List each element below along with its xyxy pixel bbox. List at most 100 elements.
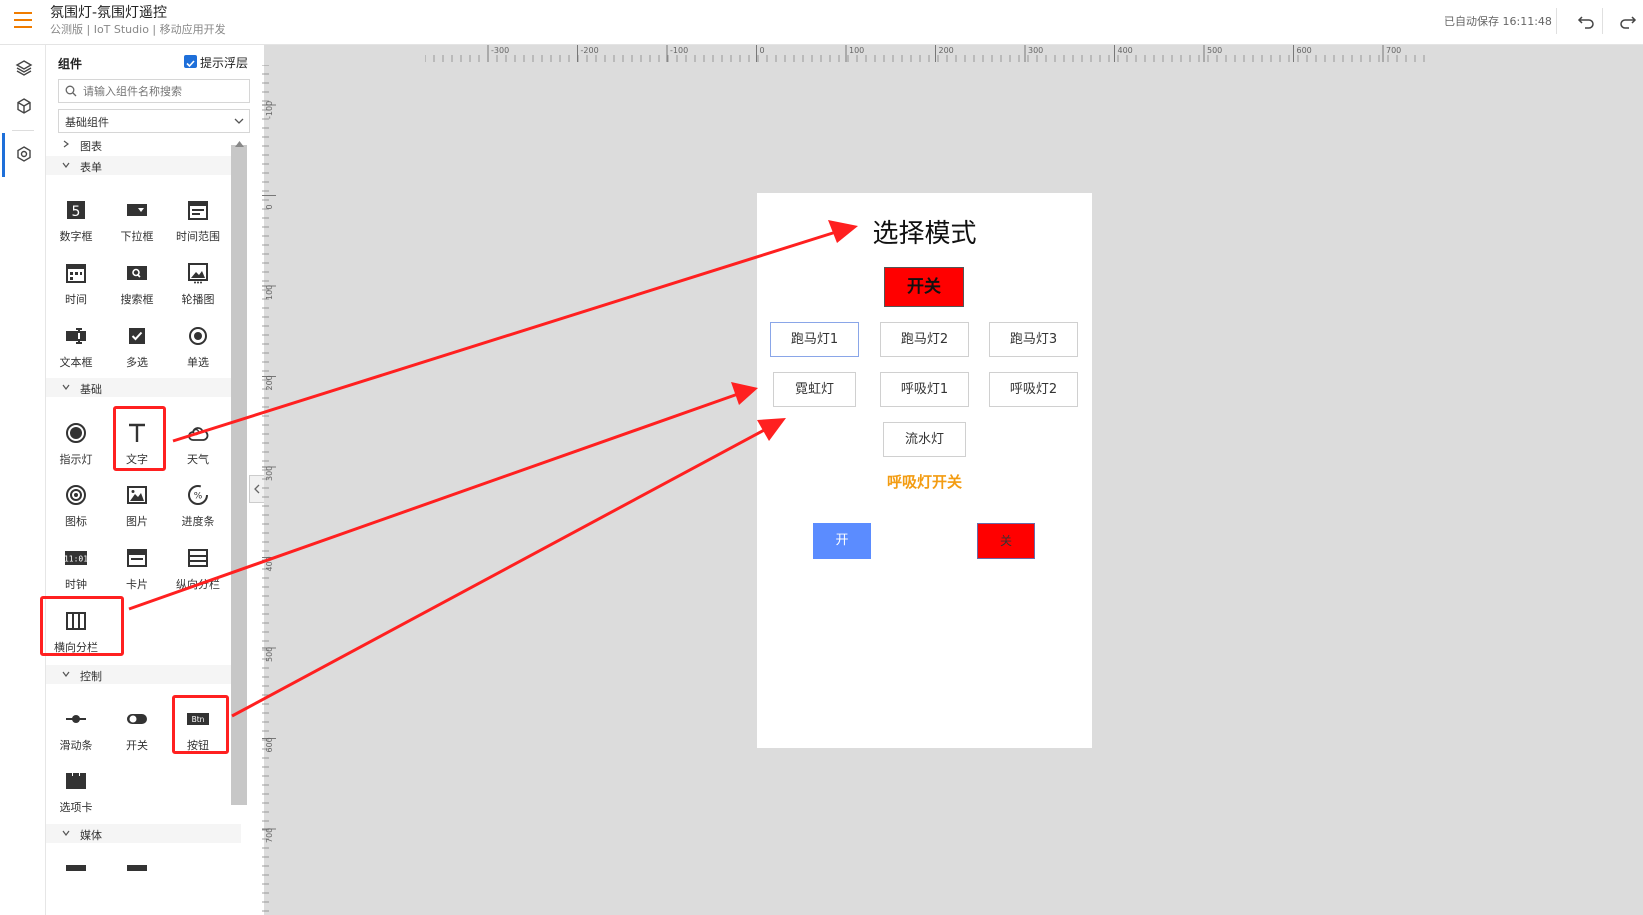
divider (1556, 8, 1557, 34)
tile-label: 图片 (126, 515, 148, 528)
weather-cloud-icon (188, 427, 209, 441)
component-horizontal-columns[interactable]: 横向分栏 (47, 601, 105, 661)
component-weather[interactable]: 天气 (169, 413, 227, 473)
tile-label: 搜索框 (120, 293, 154, 306)
app-subtitle: 公测版 | IoT Studio | 移动应用开发 (50, 23, 226, 36)
component-time[interactable]: 时间 (47, 253, 105, 313)
clock-icon: 11:01 (64, 551, 88, 565)
ruler-label: 600 (265, 737, 274, 752)
tile-label: 开关 (126, 739, 148, 752)
component-card[interactable]: 卡片 (108, 538, 166, 598)
category-select[interactable]: 基础组件 (58, 109, 250, 133)
settings-hex-icon[interactable] (13, 143, 35, 165)
component-time-range[interactable]: 时间范围 (169, 190, 227, 250)
group-media[interactable]: 媒体 (46, 824, 241, 843)
layers-icon[interactable] (13, 57, 35, 79)
component-image[interactable]: 图片 (108, 475, 166, 535)
components-cube-icon[interactable] (13, 95, 35, 117)
group-label: 控制 (80, 670, 102, 683)
group-form[interactable]: 表单 (46, 156, 241, 175)
component-panel: 组件 提示浮层 基础组件 图表 表单 5 数字框 下拉框 时间范围 时间 搜索框 (46, 45, 263, 915)
search-icon (65, 85, 77, 97)
tile-label: 天气 (187, 453, 209, 466)
slider-icon (66, 715, 86, 723)
divider (1602, 8, 1603, 34)
component-text-box[interactable]: 文本框 (47, 316, 105, 376)
mode-title-text[interactable]: 选择模式 (757, 213, 1092, 250)
panel-scrollbar[interactable] (231, 145, 247, 805)
vertical-columns-icon (188, 549, 208, 567)
horizontal-ruler: -300 -200 -100 0 100 200 300 400 500 600 700 (425, 45, 1425, 62)
ruler-label: 300 (265, 466, 274, 481)
component-radio[interactable]: 单选 (169, 316, 227, 376)
off-button[interactable]: 关 (977, 523, 1035, 559)
toggle-icon (127, 714, 147, 724)
overlay-checkbox[interactable] (184, 55, 197, 68)
ruler-label: 700 (1386, 46, 1401, 55)
chevron-right-icon (63, 140, 69, 148)
scroll-up-icon[interactable] (235, 141, 244, 147)
component-progress[interactable]: % 进度条 (169, 475, 227, 535)
ruler-label: 200 (265, 375, 274, 390)
tile-label: 进度条 (181, 515, 215, 528)
media-video-icon[interactable] (66, 865, 86, 871)
group-control[interactable]: 控制 (46, 665, 241, 684)
on-button[interactable]: 开 (813, 523, 871, 559)
breath-switch-title[interactable]: 呼吸灯开关 (757, 471, 1092, 492)
component-text[interactable]: 文字 (108, 413, 166, 473)
dropdown-icon (127, 204, 147, 216)
overlay-label: 提示浮层 (200, 56, 249, 70)
component-dropdown[interactable]: 下拉框 (108, 190, 166, 250)
divider (12, 130, 34, 131)
group-chart[interactable]: 图表 (46, 135, 241, 154)
ruler-label: -200 (581, 46, 599, 55)
component-indicator[interactable]: 指示灯 (47, 413, 105, 473)
component-icon[interactable]: 图标 (47, 475, 105, 535)
component-search-box[interactable]: 搜索框 (108, 253, 166, 313)
mode-button-neon[interactable]: 霓虹灯 (773, 372, 856, 407)
component-vertical-columns[interactable]: 纵向分栏 (169, 538, 227, 598)
ruler-label: 0 (265, 204, 274, 209)
phone-preview[interactable]: 选择模式 开关 跑马灯1 跑马灯2 跑马灯3 霓虹灯 呼吸灯1 呼吸灯2 流水灯… (757, 193, 1092, 748)
mode-button-marquee-3[interactable]: 跑马灯3 (989, 322, 1078, 357)
component-carousel[interactable]: 轮播图 (169, 253, 227, 313)
group-label: 图表 (80, 140, 102, 153)
mode-button-breath-1[interactable]: 呼吸灯1 (880, 372, 969, 407)
search-input[interactable] (81, 82, 245, 100)
component-button[interactable]: Btn 按钮 (169, 699, 227, 759)
mode-button-marquee-2[interactable]: 跑马灯2 (880, 322, 969, 357)
component-tabs[interactable]: 选项卡 (47, 761, 105, 821)
indicator-light-icon (66, 423, 86, 443)
radio-icon (189, 327, 207, 345)
component-slider[interactable]: 滑动条 (47, 699, 105, 759)
tile-label: 横向分栏 (54, 641, 98, 654)
media-camera-icon[interactable] (127, 865, 147, 871)
active-indicator (2, 133, 5, 177)
mode-button-flowing[interactable]: 流水灯 (883, 422, 966, 457)
tile-label: 时间 (65, 293, 87, 306)
undo-icon[interactable] (1574, 8, 1600, 34)
component-number-box[interactable]: 5 数字框 (47, 190, 105, 250)
tile-label: 时钟 (65, 578, 87, 591)
svg-text:%: % (194, 492, 203, 502)
tile-label: 轮播图 (181, 293, 215, 306)
component-switch[interactable]: 开关 (108, 699, 166, 759)
component-checkbox[interactable]: 多选 (108, 316, 166, 376)
tile-label: 滑动条 (59, 739, 93, 752)
component-search[interactable] (58, 79, 250, 103)
ruler-label: 600 (1297, 46, 1312, 55)
tabs-icon (66, 773, 86, 789)
app-title: 氛围灯-氛围灯遥控 (50, 5, 168, 21)
group-basic[interactable]: 基础 (46, 378, 241, 397)
vertical-ruler: -100 0 100 200 300 400 500 600 700 (262, 65, 276, 912)
tile-label: 文字 (126, 453, 148, 466)
ruler-label: -300 (491, 46, 509, 55)
power-toggle-button[interactable]: 开关 (884, 267, 964, 307)
hamburger-menu-icon[interactable] (14, 12, 32, 28)
mode-button-breath-2[interactable]: 呼吸灯2 (989, 372, 1078, 407)
chevron-down-icon (234, 118, 244, 124)
mode-button-marquee-1[interactable]: 跑马灯1 (770, 322, 859, 357)
redo-icon[interactable] (1614, 8, 1640, 34)
group-label: 表单 (80, 161, 102, 174)
component-clock[interactable]: 11:01 时钟 (47, 538, 105, 598)
